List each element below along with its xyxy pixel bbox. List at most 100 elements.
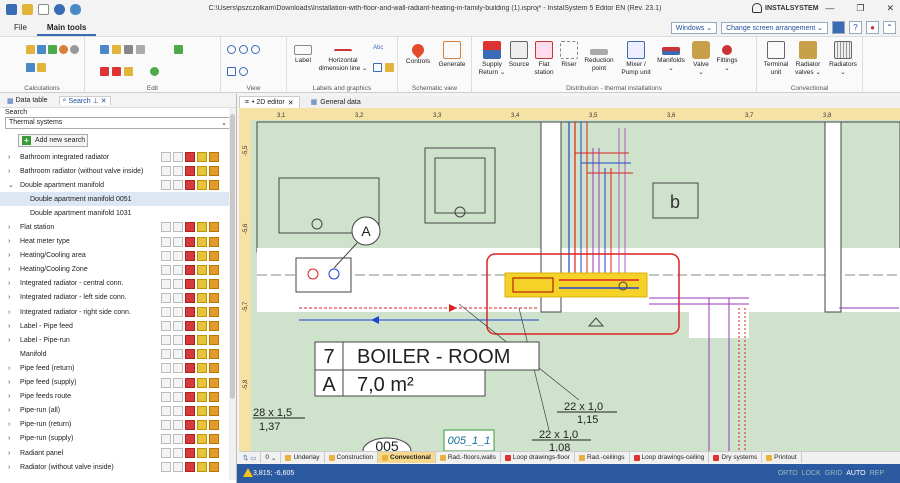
tree-item[interactable]: › Radiator (without valve inside) [0, 460, 236, 474]
select-icon[interactable] [161, 419, 171, 430]
collapse-ribbon-button[interactable]: ⌃ [883, 21, 896, 34]
select-icon[interactable] [161, 335, 171, 346]
zoom-in-icon[interactable] [227, 45, 236, 54]
layer-rad-floors[interactable]: Rad.-floors,walls [436, 452, 501, 463]
select-all-icon[interactable] [173, 349, 183, 360]
move-icon[interactable] [124, 45, 133, 54]
select-icon[interactable] [161, 236, 171, 247]
text-icon[interactable]: Abc [373, 45, 383, 54]
flat-station-button[interactable]: Flat station [531, 41, 557, 76]
save-icon[interactable] [6, 4, 17, 15]
pencil-icon[interactable] [209, 166, 219, 177]
panel-scrollbar[interactable] [229, 108, 236, 480]
select-icon[interactable] [161, 391, 171, 402]
edit-icon[interactable] [197, 391, 207, 402]
select-icon[interactable] [161, 462, 171, 473]
layer-dry[interactable]: Dry systems [709, 452, 763, 463]
drawing-svg[interactable]: b A 7 BOILER - ROOM A 7,0 m² 22 x 1,0 1,… [239, 108, 900, 451]
edit-icon[interactable] [197, 321, 207, 332]
valve-button[interactable]: Valve ⌄ [690, 41, 712, 76]
tree-item[interactable]: › Heat meter type [0, 235, 236, 249]
pencil-icon[interactable] [209, 405, 219, 416]
zoom-prev-icon[interactable] [239, 67, 248, 76]
pencil-icon[interactable] [209, 292, 219, 303]
pencil-icon[interactable] [209, 321, 219, 332]
tree-item[interactable]: › Pipe-run (all) [0, 404, 236, 418]
delete-icon[interactable] [185, 363, 195, 374]
select-icon[interactable] [161, 166, 171, 177]
chevron-right-icon[interactable]: › [8, 266, 20, 273]
manifolds-button[interactable]: Manifolds ⌄ [655, 41, 687, 72]
edit-icon[interactable] [197, 236, 207, 247]
delete-icon[interactable] [185, 462, 195, 473]
windows-dropdown[interactable]: Windows ⌄ [670, 21, 718, 34]
chevron-right-icon[interactable]: › [8, 421, 20, 428]
select-all-icon[interactable] [173, 335, 183, 346]
mixer-pump-button[interactable]: Mixer / Pump unit [618, 41, 654, 76]
cut-icon[interactable] [100, 67, 109, 76]
mode-rep[interactable]: REP [870, 470, 884, 477]
layer-underlay[interactable]: Underlay [281, 452, 325, 463]
controls-button[interactable]: Controls [403, 41, 433, 66]
tab-2d-editor[interactable]: ⌗ • 2D editor ✕ [239, 96, 300, 108]
tree-item[interactable]: › Pipe feed (supply) [0, 376, 236, 390]
menu-file[interactable]: File [4, 19, 37, 36]
select-all-icon[interactable] [173, 462, 183, 473]
select-icon[interactable] [161, 447, 171, 458]
delete-icon[interactable] [185, 292, 195, 303]
maximize-button[interactable]: ❐ [856, 3, 864, 14]
edit-icon[interactable] [197, 349, 207, 360]
tree-item[interactable]: › Pipe-run (supply) [0, 432, 236, 446]
note-icon[interactable] [385, 63, 394, 72]
tree-item[interactable]: › Radiant panel [0, 446, 236, 460]
layer-loop-ceiling[interactable]: Loop drawings-ceiling [630, 452, 710, 463]
edit-icon[interactable] [197, 250, 207, 261]
mode-lock[interactable]: LOCK [802, 470, 821, 477]
minimize-button[interactable]: — [825, 3, 834, 14]
pencil-icon[interactable] [209, 180, 219, 191]
zoom-select[interactable]: 0 ⌄ [261, 452, 282, 463]
pencil-icon[interactable] [209, 250, 219, 261]
undo-icon[interactable] [54, 4, 65, 15]
delete-icon[interactable] [185, 166, 195, 177]
layout-icon[interactable] [832, 21, 845, 34]
riser-button[interactable]: Riser [558, 41, 580, 69]
pencil-icon[interactable] [209, 236, 219, 247]
select-all-icon[interactable] [173, 278, 183, 289]
edit-icon[interactable] [197, 307, 207, 318]
chevron-right-icon[interactable]: › [8, 464, 20, 471]
chevron-right-icon[interactable]: › [8, 337, 20, 344]
chevron-right-icon[interactable]: › [8, 294, 20, 301]
close-button[interactable]: ✕ [886, 3, 894, 14]
tree-child-item[interactable]: Double apartment manifold 0051 [0, 192, 236, 207]
select-all-icon[interactable] [173, 250, 183, 261]
delete-icon[interactable] [185, 278, 195, 289]
warning-icon[interactable] [243, 468, 253, 477]
select-all-icon[interactable] [173, 264, 183, 275]
select-all-icon[interactable] [173, 447, 183, 458]
edit-icon[interactable] [197, 222, 207, 233]
chevron-right-icon[interactable]: › [8, 407, 20, 414]
delete-icon[interactable] [185, 447, 195, 458]
scrollbar-thumb[interactable] [230, 114, 235, 399]
layer-printout[interactable]: Printout [762, 452, 802, 463]
pencil-icon[interactable] [209, 349, 219, 360]
chevron-right-icon[interactable]: › [8, 224, 20, 231]
zoom-window-icon[interactable] [227, 67, 236, 76]
screen-arrangement-dropdown[interactable]: Change screen arrangement ⌄ [721, 21, 828, 34]
chevron-right-icon[interactable]: › [8, 154, 20, 161]
help-icon[interactable]: ? [849, 21, 862, 34]
select-all-icon[interactable] [173, 405, 183, 416]
tree-item[interactable]: Manifold [0, 347, 236, 361]
tree-item[interactable]: › Flat station [0, 220, 236, 234]
delete-icon[interactable] [185, 433, 195, 444]
rotate-icon[interactable] [136, 45, 145, 54]
edit-icon[interactable] [197, 377, 207, 388]
tree-item[interactable]: › Pipe-run (return) [0, 418, 236, 432]
tab-search[interactable]: ⌕ Search ⊥ ✕ [58, 96, 111, 105]
terminal-unit-button[interactable]: Terminal unit [761, 41, 791, 76]
edit-icon[interactable] [197, 447, 207, 458]
delete-icon[interactable] [185, 377, 195, 388]
tree-item[interactable]: › Heating/Cooling area [0, 249, 236, 263]
delete-icon[interactable] [185, 391, 195, 402]
